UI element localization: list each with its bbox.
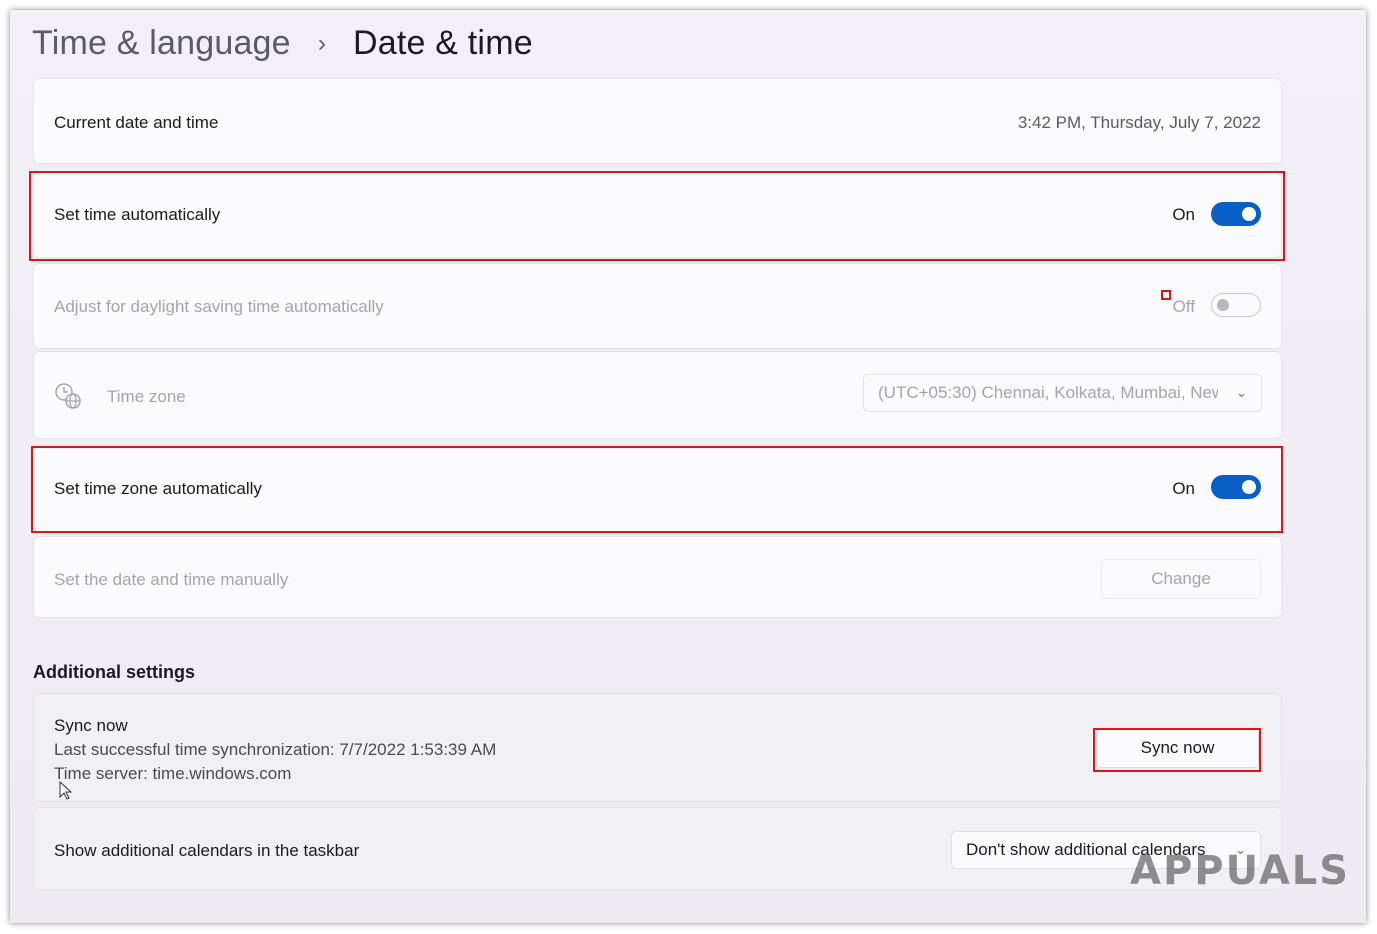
current-datetime-label: Current date and time bbox=[54, 113, 219, 132]
breadcrumb-chevron-icon: › bbox=[318, 30, 327, 57]
mouse-cursor-icon bbox=[59, 780, 73, 806]
last-sync-text: Last successful time synchronization: 7/… bbox=[54, 740, 497, 759]
additional-settings-heading: Additional settings bbox=[33, 662, 195, 682]
set-time-automatically-row: Set time automatically On bbox=[33, 172, 1282, 258]
breadcrumb-parent-link[interactable]: Time & language bbox=[32, 24, 291, 63]
time-server-text: Time server: time.windows.com bbox=[54, 764, 292, 783]
clock-globe-icon bbox=[54, 382, 82, 410]
daylight-saving-state: Off bbox=[1172, 297, 1195, 316]
time-zone-row: Time zone (UTC+05:30) Chennai, Kolkata, … bbox=[33, 351, 1282, 439]
page-title: Date & time bbox=[353, 24, 533, 62]
daylight-saving-toggle[interactable] bbox=[1211, 293, 1261, 317]
change-button[interactable]: Change bbox=[1101, 559, 1261, 599]
sync-now-title: Sync now bbox=[54, 716, 128, 735]
settings-window: Time & language › Date & time Current da… bbox=[10, 10, 1366, 923]
time-zone-label: Time zone bbox=[107, 387, 186, 406]
additional-calendars-row: Show additional calendars in the taskbar… bbox=[33, 807, 1282, 890]
chevron-down-icon: ⌄ bbox=[1236, 385, 1247, 400]
set-timezone-automatically-state: On bbox=[1172, 479, 1195, 498]
toggle-knob bbox=[1242, 480, 1256, 494]
toggle-knob bbox=[1217, 299, 1229, 311]
additional-calendars-label: Show additional calendars in the taskbar bbox=[54, 841, 360, 860]
daylight-saving-label: Adjust for daylight saving time automati… bbox=[54, 297, 384, 316]
time-zone-dropdown[interactable]: (UTC+05:30) Chennai, Kolkata, Mumbai, Ne… bbox=[863, 374, 1262, 412]
set-time-automatically-label: Set time automatically bbox=[54, 205, 221, 224]
set-time-automatically-state: On bbox=[1172, 205, 1195, 224]
set-timezone-automatically-label: Set time zone automatically bbox=[54, 479, 262, 498]
time-zone-value: (UTC+05:30) Chennai, Kolkata, Mumbai, Ne… bbox=[878, 383, 1218, 402]
set-time-automatically-toggle[interactable] bbox=[1211, 202, 1261, 226]
watermark-logo: APPUALS bbox=[1130, 848, 1351, 894]
sync-now-button[interactable]: Sync now bbox=[1096, 728, 1259, 768]
current-datetime-row: Current date and time 3:42 PM, Thursday,… bbox=[33, 78, 1282, 164]
manual-datetime-label: Set the date and time manually bbox=[54, 570, 289, 589]
sync-now-row: Sync now Last successful time synchroniz… bbox=[33, 693, 1282, 802]
toggle-knob bbox=[1242, 207, 1256, 221]
daylight-saving-row: Adjust for daylight saving time automati… bbox=[33, 263, 1282, 349]
current-datetime-value: 3:42 PM, Thursday, July 7, 2022 bbox=[1017, 113, 1261, 132]
manual-datetime-row: Set the date and time manually Change bbox=[33, 536, 1282, 618]
set-timezone-automatically-toggle[interactable] bbox=[1211, 475, 1261, 499]
set-timezone-automatically-row: Set time zone automatically On bbox=[33, 446, 1282, 532]
